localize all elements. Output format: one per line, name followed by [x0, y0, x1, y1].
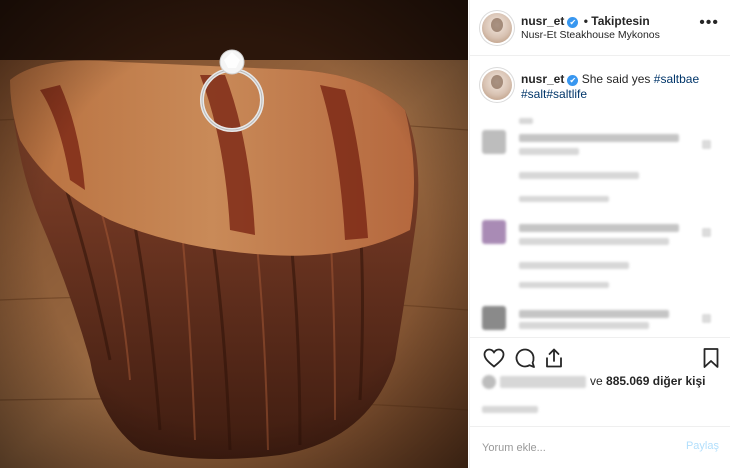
share-icon	[546, 348, 562, 368]
comment-bubble-icon	[515, 348, 535, 368]
blurred-avatar	[482, 306, 506, 330]
comment-like-icon	[702, 228, 711, 237]
comment-input[interactable]	[482, 439, 672, 457]
post-sidebar: nusr_et ✔ • Takiptesin Nusr-Et Steakhouse…	[469, 0, 730, 468]
post-actions	[470, 337, 730, 377]
hashtag-link[interactable]: #salt	[521, 87, 546, 101]
blurred-comment	[470, 214, 730, 284]
share-button[interactable]	[542, 346, 566, 370]
save-button[interactable]	[699, 346, 723, 370]
verified-badge-icon: ✔	[567, 75, 579, 86]
blurred-avatar	[482, 220, 506, 244]
hashtag-link[interactable]: #saltlife	[546, 87, 587, 101]
blurred-timestamp	[482, 406, 538, 413]
heart-icon	[483, 348, 505, 368]
likes-connector: ve	[590, 374, 603, 388]
comment-like-icon	[702, 140, 711, 149]
likes-count: 885.069	[606, 374, 650, 388]
header-username-row: nusr_et ✔ • Takiptesin	[521, 14, 650, 28]
hashtag-link[interactable]: #saltbae	[654, 72, 699, 86]
comment-button[interactable]	[513, 346, 537, 370]
likes-suffix: diğer kişi	[652, 374, 706, 388]
post-comment-button[interactable]: Paylaş	[686, 440, 719, 452]
following-button[interactable]: Takiptesin	[591, 14, 649, 28]
comment-form: Paylaş	[470, 426, 730, 468]
bookmark-icon	[703, 348, 719, 368]
caption-username[interactable]: nusr_et	[521, 72, 564, 86]
location-link[interactable]: Nusr-Et Steakhouse Mykonos	[521, 29, 660, 41]
blurred-comment	[470, 112, 730, 182]
separator-dot: •	[583, 14, 588, 28]
blurred-avatar	[482, 130, 506, 154]
username-link[interactable]: nusr_et	[521, 14, 564, 28]
likes-summary[interactable]: ve 885.069 diğer kişi	[482, 373, 705, 389]
more-options-icon[interactable]: •••	[699, 15, 719, 31]
caption-text: nusr_et ✔ She said yes #saltbae #salt#sal…	[521, 72, 721, 102]
liker-avatar	[482, 374, 496, 389]
blurred-comment	[470, 300, 730, 334]
like-button[interactable]	[482, 346, 506, 370]
caption-body: She said yes	[581, 72, 651, 86]
blurred-liker-name	[500, 375, 586, 388]
comment-like-icon	[702, 314, 711, 323]
caption-avatar[interactable]	[482, 70, 512, 100]
post-header: nusr_et ✔ • Takiptesin Nusr-Et Steakhouse…	[470, 0, 730, 56]
profile-avatar[interactable]	[482, 13, 512, 43]
post-photo[interactable]	[0, 0, 468, 468]
steak-with-ring-image	[0, 0, 468, 468]
verified-badge-icon: ✔	[567, 17, 579, 28]
